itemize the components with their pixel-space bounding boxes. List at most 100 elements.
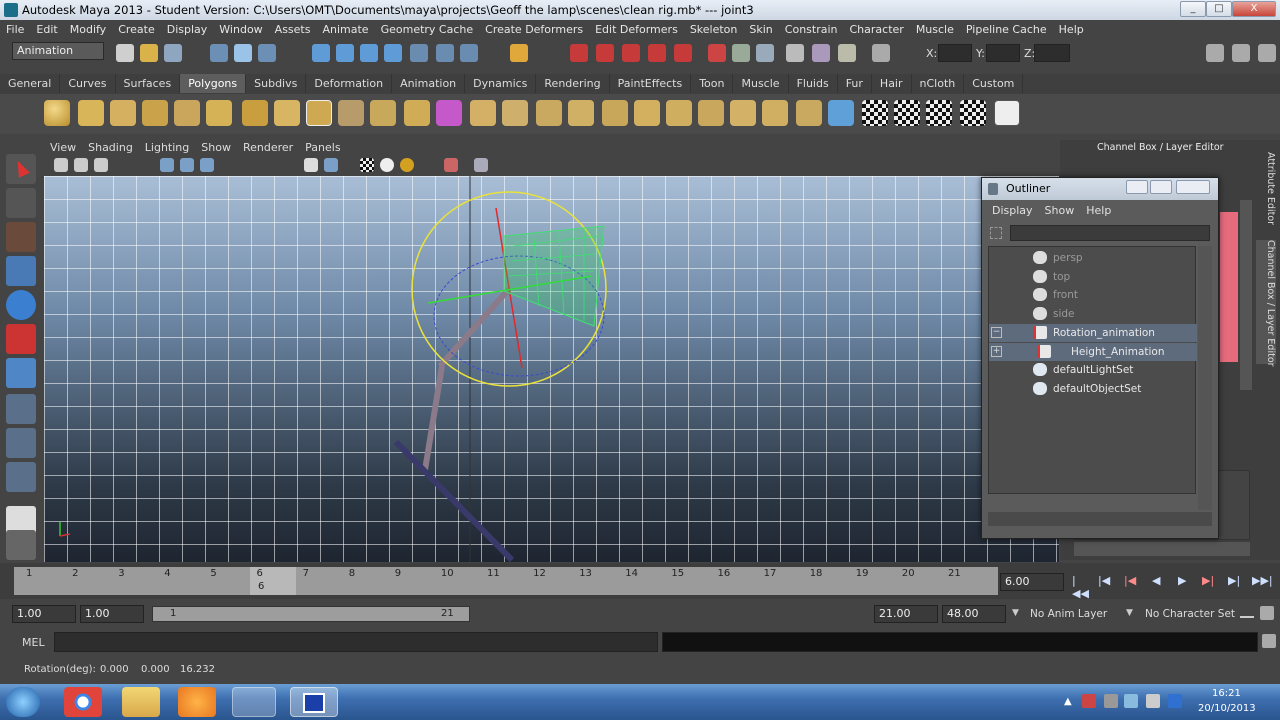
snap-point-icon[interactable]	[360, 44, 378, 62]
magnet-icon-1[interactable]	[570, 44, 588, 62]
tray-arrow-icon[interactable]: ▲	[1064, 696, 1072, 707]
range-end-field[interactable]: 21.00	[874, 605, 938, 623]
poly-cylinder-icon[interactable]	[110, 100, 136, 126]
outliner-menu-help[interactable]: Help	[1086, 204, 1111, 217]
scale-tool-icon[interactable]	[6, 324, 36, 354]
lights-icon[interactable]	[380, 158, 394, 172]
menu-skin[interactable]: Skin	[743, 20, 778, 36]
shelf-tab-animation[interactable]: Animation	[392, 74, 466, 93]
duplicate-face-icon[interactable]	[698, 100, 724, 126]
layout-hand-icon[interactable]	[6, 530, 36, 560]
menu-edit-deformers[interactable]: Edit Deformers	[589, 20, 684, 36]
perspective-viewport[interactable]	[44, 176, 1059, 562]
select-tool-icon[interactable]	[6, 154, 36, 184]
menu-geometry-cache[interactable]: Geometry Cache	[375, 20, 480, 36]
shelf-tab-deformation[interactable]: Deformation	[306, 74, 393, 93]
shelf-tab-fur[interactable]: Fur	[838, 74, 872, 93]
anim-layer-dropdown-icon[interactable]: ▼	[1012, 608, 1019, 618]
select-component-icon[interactable]	[258, 44, 276, 62]
magnet-icon-4[interactable]	[648, 44, 666, 62]
channel-box-toggle-icon[interactable]	[1258, 44, 1276, 62]
last-tool-icon[interactable]	[6, 394, 36, 424]
isolate-select-icon[interactable]	[444, 158, 458, 172]
panel-menu-panels[interactable]: Panels	[299, 140, 346, 155]
outliner-item[interactable]: defaultObjectSet	[989, 380, 1197, 398]
close-button[interactable]: X	[1232, 1, 1276, 17]
menu-animate[interactable]: Animate	[316, 20, 374, 36]
start-time-field[interactable]: 1.00	[12, 605, 76, 623]
filter-icon[interactable]	[990, 227, 1002, 239]
script-editor-icon[interactable]	[1262, 634, 1276, 648]
poly-plane-icon[interactable]	[174, 100, 200, 126]
panel-menu-shading[interactable]: Shading	[82, 140, 139, 155]
poly-pipe-icon[interactable]	[274, 100, 300, 126]
side-tab-attribute-editor[interactable]: Attribute Editor	[1256, 152, 1276, 242]
extract-icon[interactable]	[404, 100, 430, 126]
menu-window[interactable]: Window	[213, 20, 268, 36]
key-icon[interactable]	[1240, 608, 1254, 618]
z-field[interactable]	[1034, 44, 1070, 62]
tool-settings-toggle-icon[interactable]	[1232, 44, 1250, 62]
rotate-tool-icon[interactable]	[6, 290, 36, 320]
new-scene-icon[interactable]	[116, 44, 134, 62]
outliner-item[interactable]: front	[989, 286, 1197, 304]
boolean-icon[interactable]	[470, 100, 496, 126]
menu-help[interactable]: Help	[1053, 20, 1090, 36]
shelf-tab-dynamics[interactable]: Dynamics	[465, 74, 537, 93]
menuset-dropdown[interactable]: Animation	[12, 42, 104, 60]
xray-icon[interactable]	[474, 158, 488, 172]
delete-edge-icon[interactable]	[796, 100, 822, 126]
y-field[interactable]	[986, 44, 1020, 62]
checker-1-icon[interactable]	[862, 100, 888, 126]
shelf-tab-surfaces[interactable]: Surfaces	[116, 74, 181, 93]
current-time-field[interactable]: 6.00	[1000, 573, 1064, 591]
graph-icon[interactable]	[838, 44, 856, 62]
menu-character[interactable]: Character	[844, 20, 910, 36]
render-icon[interactable]	[436, 44, 454, 62]
outliner-minimize-button[interactable]	[1126, 180, 1148, 194]
split-icon[interactable]	[602, 100, 628, 126]
uv-editor-icon[interactable]	[994, 100, 1020, 126]
expand-toggle-icon[interactable]: +	[991, 345, 1002, 357]
panel-menu-renderer[interactable]: Renderer	[237, 140, 299, 155]
open-scene-icon[interactable]	[140, 44, 158, 62]
select-hierarchy-icon[interactable]	[210, 44, 228, 62]
snap-grid-icon[interactable]	[312, 44, 330, 62]
menu-create[interactable]: Create	[112, 20, 161, 36]
script-icon[interactable]	[812, 44, 830, 62]
shelf-tab-custom[interactable]: Custom	[964, 74, 1024, 93]
smooth-shade-icon[interactable]	[324, 158, 338, 172]
step-forward-key-icon[interactable]: ▶|	[1228, 574, 1244, 588]
panel-menu-show[interactable]: Show	[195, 140, 237, 155]
outliner-hscrollbar[interactable]	[988, 512, 1212, 526]
grid-toggle-icon[interactable]	[160, 158, 174, 172]
step-back-frame-icon[interactable]: |◀	[1124, 574, 1140, 588]
outliner-menu-show[interactable]: Show	[1045, 204, 1075, 217]
ipr-render-icon[interactable]	[460, 44, 478, 62]
outliner-item[interactable]: + Height_Animation	[989, 342, 1197, 361]
separate-icon[interactable]	[370, 100, 396, 126]
outliner-item[interactable]: − Rotation_animation	[989, 323, 1197, 342]
shelf-tab-muscle[interactable]: Muscle	[733, 74, 789, 93]
resolution-gate-icon[interactable]	[200, 158, 214, 172]
shadows-icon[interactable]	[400, 158, 414, 172]
attribute-editor-toggle-icon[interactable]	[1206, 44, 1224, 62]
collapse-icon[interactable]	[762, 100, 788, 126]
outliner-item[interactable]: persp	[989, 249, 1197, 267]
outliner-item[interactable]: defaultLightSet	[989, 361, 1197, 379]
maximize-button[interactable]: □	[1206, 1, 1232, 17]
poly-soccer-icon[interactable]	[306, 100, 332, 126]
clock-time[interactable]: 16:21	[1212, 688, 1241, 699]
x-field[interactable]	[938, 44, 972, 62]
paint-select-icon[interactable]	[6, 222, 36, 252]
outliner-vscrollbar[interactable]	[1198, 246, 1212, 510]
hypershade-icon[interactable]	[756, 44, 774, 62]
explorer-icon[interactable]	[122, 687, 160, 717]
smooth-icon[interactable]	[436, 100, 462, 126]
side-tab-channel-box[interactable]: Channel Box / Layer Editor	[1256, 240, 1276, 367]
layer-scrollbar[interactable]	[1074, 542, 1250, 556]
film-gate-icon[interactable]	[180, 158, 194, 172]
character-set-label[interactable]: No Character Set	[1145, 608, 1235, 620]
character-set-dropdown-icon[interactable]: ▼	[1126, 608, 1133, 618]
outliner-item[interactable]: top	[989, 268, 1197, 286]
